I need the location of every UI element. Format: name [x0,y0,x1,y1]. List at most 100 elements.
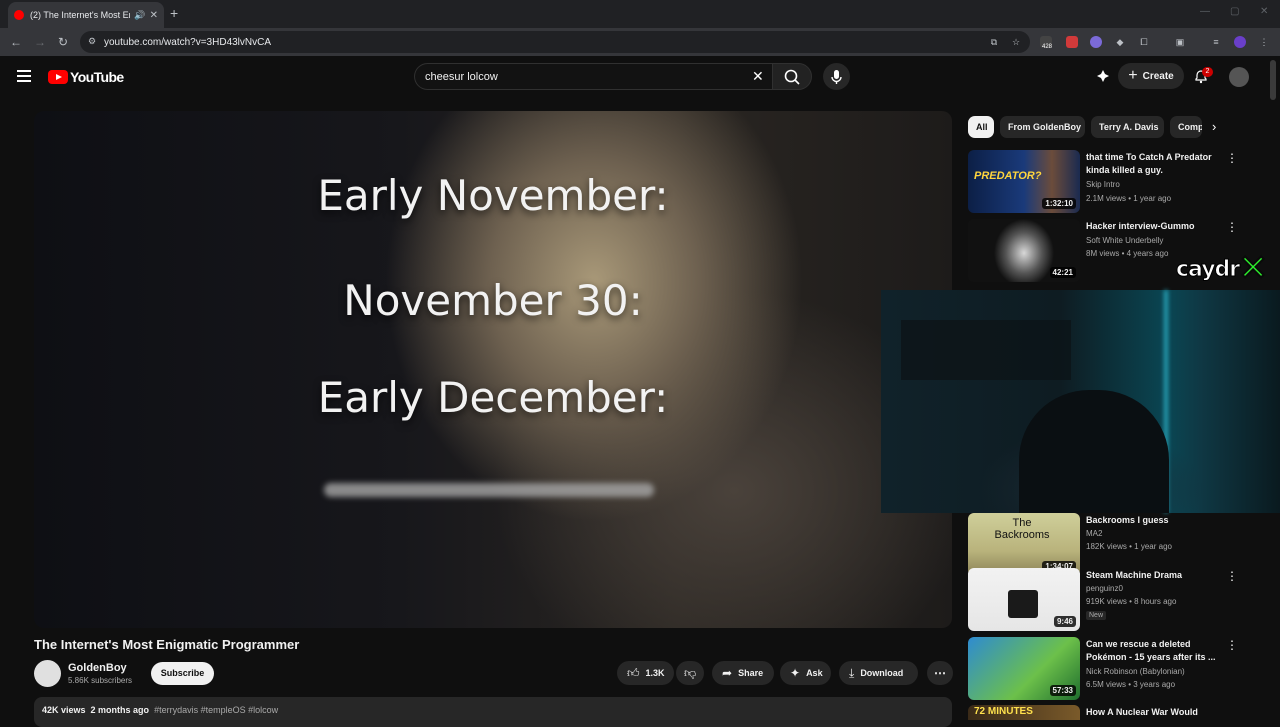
dislike-button[interactable]: 👎︎ [676,661,704,685]
description-box[interactable]: 42K views 2 months ago #terrydavis #temp… [34,697,952,727]
search-input[interactable]: cheesur lolcow [414,63,772,90]
youtube-logo[interactable]: YouTube [48,69,124,85]
video-title[interactable]: that time To Catch A Predator kinda kill… [1086,151,1216,177]
subscribe-button[interactable]: Subscribe [151,662,214,685]
webcam-overlay [881,290,1280,513]
video-title[interactable]: Can we rescue a deleted Pokémon - 15 yea… [1086,638,1216,664]
puzzle-icon[interactable]: ⧠ [1138,36,1150,48]
minimize-icon[interactable]: — [1200,6,1210,17]
reload-icon[interactable]: ↻ [58,35,68,49]
streamer-name-logo: caydr [1175,257,1240,283]
thumbnail-text: 72 MINUTES [974,706,1033,717]
channel-avatar[interactable] [34,660,61,687]
download-button[interactable]: ⤓ Download [839,661,918,685]
video-meta: 8M views • 4 years ago [1086,249,1169,258]
video-thumbnail[interactable]: 57:33 [968,637,1080,700]
hashtags[interactable]: #terrydavis #templeOS #lolcow [154,705,278,715]
recommended-video[interactable]: 72 MINUTES How A Nuclear War Would [968,705,1248,720]
extension-icon[interactable] [1090,36,1102,48]
view-count: 42K views [42,705,86,715]
share-button[interactable]: ➦ Share [712,661,774,685]
create-button[interactable]: + Create [1118,63,1184,89]
chip-all[interactable]: All [968,116,994,138]
recommended-video[interactable]: 9:46 Steam Machine Drama penguinz0 919K … [968,568,1248,632]
close-tab-icon[interactable]: ✕ [150,10,158,21]
video-title[interactable]: Hacker interview-Gummo [1086,220,1216,233]
more-horizontal-icon: ⋯ [934,666,946,680]
hamburger-menu-icon[interactable] [17,70,31,82]
steam-machine-image [1008,590,1038,618]
new-tab-button[interactable]: + [170,5,178,21]
extension-icon[interactable] [1066,36,1078,48]
url-text: youtube.com/watch?v=3HD43lvNvCA [104,36,272,48]
share-icon: ➦ [722,666,733,680]
chevron-right-icon[interactable]: › [1212,119,1216,134]
search-button[interactable] [772,63,812,90]
channel-name[interactable]: penguinz0 [1086,584,1123,593]
microphone-icon [831,70,842,84]
ask-button[interactable]: ✦ Ask [780,661,831,685]
chip-computer[interactable]: Comp [1170,116,1202,138]
video-title[interactable]: Steam Machine Drama [1086,569,1216,582]
bookmark-star-icon[interactable]: ☆ [1010,36,1022,48]
speaker-icon[interactable]: 🔊 [134,10,145,21]
recommended-video[interactable]: PREDATOR? 1:32:10 that time To Catch A P… [968,150,1248,214]
video-meta: 2.1M views • 1 year ago [1086,194,1172,203]
kebab-menu-icon[interactable]: ⋮ [1258,36,1270,48]
channel-name[interactable]: Skip Intro [1086,180,1120,189]
maximize-icon[interactable]: ▢ [1230,6,1239,17]
kebab-menu-icon[interactable]: ⋮ [1226,569,1238,583]
profile-icon[interactable] [1234,36,1246,48]
kebab-menu-icon[interactable]: ⋮ [1226,638,1238,652]
thumbnail-text: PREDATOR? [974,170,1042,182]
video-title[interactable]: Backrooms I guess [1086,514,1216,527]
video-duration: 1:32:10 [1042,198,1076,209]
like-button[interactable]: 👍︎ 1.3K [617,661,674,685]
youtube-play-icon [48,70,68,84]
premium-sparkle-icon[interactable] [1096,69,1110,83]
install-app-icon[interactable]: ⧉ [988,36,1000,48]
video-title: The Internet's Most Enigmatic Programmer [34,637,300,652]
download-icon: ⤓ [849,665,855,680]
video-title[interactable]: How A Nuclear War Would [1086,706,1216,719]
recommended-video[interactable]: 57:33 Can we rescue a deleted Pokémon - … [968,637,1248,701]
extension-icon[interactable]: ◆ [1114,36,1126,48]
chip-terry-davis[interactable]: Terry A. Davis [1091,116,1164,138]
video-thumbnail[interactable]: 72 MINUTES [968,705,1080,720]
voice-search-button[interactable] [823,63,850,90]
kebab-menu-icon[interactable]: ⋮ [1226,151,1238,165]
split-view-icon[interactable]: ▣ [1174,36,1186,48]
video-thumbnail[interactable]: The Backrooms 1:34:07 [968,513,1080,576]
media-controls-icon[interactable]: ≡ [1210,36,1222,48]
notification-count-badge: 2 [1202,67,1213,77]
video-thumbnail[interactable]: PREDATOR? 1:32:10 [968,150,1080,213]
browser-tab[interactable]: (2) The Internet's Most Enigmatic Progra… [8,2,164,28]
page-scrollbar[interactable] [1270,60,1276,100]
site-info-icon[interactable]: ⚙ [88,36,96,47]
thumbs-up-icon: 👍︎ [627,665,640,680]
tab-title: (2) The Internet's Most Enigmatic Progra… [30,10,130,20]
video-player[interactable]: Early November: November 30: Early Decem… [34,111,952,628]
more-actions-button[interactable]: ⋯ [927,661,953,685]
close-window-icon[interactable]: ✕ [1260,6,1268,17]
clear-search-icon[interactable]: ✕ [752,68,764,85]
channel-name[interactable]: MA2 [1086,529,1102,538]
forward-icon[interactable]: → [34,35,46,49]
video-duration: 42:21 [1049,267,1076,278]
plus-icon: + [1128,67,1138,84]
extension-badge: 428 [1042,44,1053,50]
video-thumbnail[interactable]: 42:21 [968,219,1080,282]
kebab-menu-icon[interactable]: ⋮ [1226,220,1238,234]
subscriber-count: 5.86K subscribers [68,676,133,685]
channel-name[interactable]: Nick Robinson (Babylonian) [1086,667,1185,676]
video-thumbnail[interactable]: 9:46 [968,568,1080,631]
address-bar[interactable]: ⚙ youtube.com/watch?v=3HD43lvNvCA [80,31,1030,53]
channel-name[interactable]: Soft White Underbelly [1086,236,1163,245]
chip-from-channel[interactable]: From GoldenBoy [1000,116,1085,138]
channel-name[interactable]: GoldenBoy [68,662,127,674]
back-icon[interactable]: ← [10,35,22,49]
account-avatar[interactable] [1229,67,1249,87]
new-badge: New [1086,611,1107,620]
sparkle-icon: ✦ [790,666,801,680]
youtube-favicon-icon [14,10,24,20]
